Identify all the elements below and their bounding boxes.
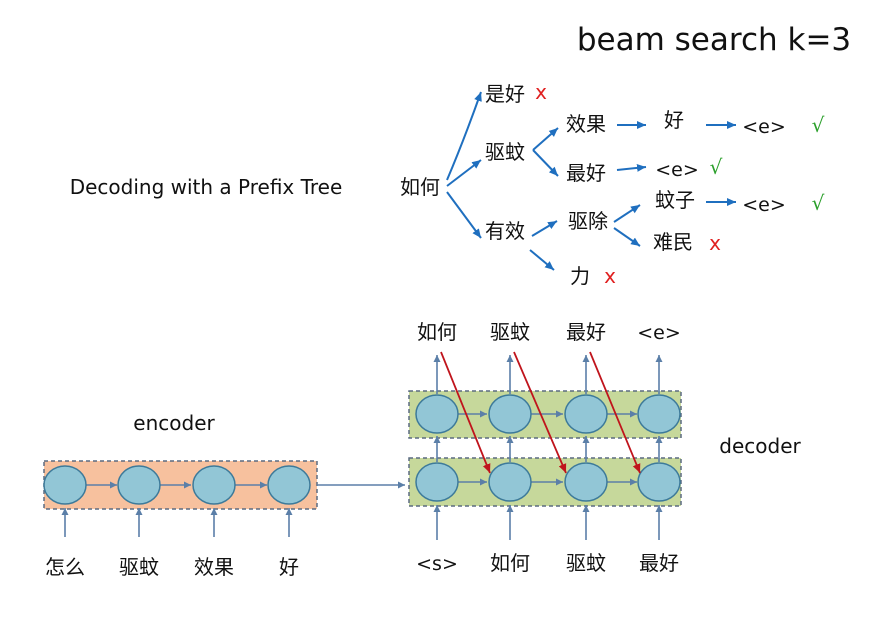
prefix-tree-caption: Decoding with a Prefix Tree bbox=[70, 175, 343, 199]
tree-edge bbox=[613, 227, 641, 247]
diagram-title: beam search k=3 bbox=[577, 22, 851, 58]
diagram-canvas: beam search k=3 Decoding with a Prefix T… bbox=[43, 22, 851, 579]
decoder-input-token: 如何 bbox=[490, 551, 530, 575]
tree-edge bbox=[532, 149, 559, 177]
wrong-mark: x bbox=[535, 80, 547, 104]
tree-edge bbox=[446, 91, 482, 181]
check-mark: √ bbox=[812, 191, 825, 215]
decoder-output-token: 最好 bbox=[566, 320, 606, 344]
decoder-input-token: <s> bbox=[416, 553, 458, 575]
tree-node: <e> bbox=[742, 194, 786, 216]
encoder-input-token: 效果 bbox=[194, 555, 234, 579]
tree-node: 蚊子 bbox=[655, 188, 695, 212]
decoder-bottom-node bbox=[564, 462, 608, 502]
tree-node-root: 如何 bbox=[400, 175, 440, 199]
tree-edge bbox=[529, 249, 555, 271]
diagram-stage: beam search k=3 Decoding with a Prefix T… bbox=[0, 0, 878, 624]
tree-node: 最好 bbox=[566, 161, 606, 185]
decoder-bottom-node bbox=[637, 462, 681, 502]
tree-node: 力 bbox=[570, 264, 590, 288]
wrong-mark: x bbox=[604, 264, 616, 288]
tree-node: <e> bbox=[742, 116, 786, 138]
decoder-bottom-node bbox=[488, 462, 532, 502]
encoder-node bbox=[43, 465, 87, 505]
encoder-node bbox=[117, 465, 161, 505]
tree-node: 难民 bbox=[653, 230, 693, 254]
encoder-input-token: 好 bbox=[279, 555, 299, 579]
encoder-node bbox=[192, 465, 236, 505]
decoder-top-node bbox=[488, 394, 532, 434]
tree-edge bbox=[532, 127, 559, 151]
decoder-bottom-node bbox=[415, 462, 459, 502]
encoder-label: encoder bbox=[133, 411, 215, 435]
decoder-input-token: 驱蚊 bbox=[566, 551, 606, 575]
tree-edge bbox=[446, 159, 482, 187]
decoder-output-token: 驱蚊 bbox=[490, 320, 530, 344]
decoder-top-node bbox=[564, 394, 608, 434]
decoder-top-node bbox=[415, 394, 459, 434]
decoder-output-token: 如何 bbox=[417, 320, 457, 344]
tree-edge bbox=[531, 220, 558, 237]
decoder-output-token: <e> bbox=[637, 322, 681, 344]
check-mark: √ bbox=[812, 113, 825, 137]
tree-node: 驱除 bbox=[568, 209, 608, 233]
decoder-label: decoder bbox=[719, 434, 801, 458]
encoder-input-token: 驱蚊 bbox=[119, 555, 159, 579]
tree-node: 驱蚊 bbox=[485, 140, 525, 164]
decoder-input-token: 最好 bbox=[639, 551, 679, 575]
tree-node: 有效 bbox=[485, 219, 525, 243]
tree-node: 效果 bbox=[566, 112, 606, 136]
tree-edge bbox=[446, 191, 482, 239]
encoder-input-token: 怎么 bbox=[45, 555, 85, 579]
tree-edge bbox=[613, 204, 641, 223]
encoder-node bbox=[267, 465, 311, 505]
tree-node: 是好 bbox=[485, 82, 525, 106]
decoder-arrows bbox=[433, 355, 663, 540]
check-mark: √ bbox=[710, 155, 723, 179]
tree-edge bbox=[616, 163, 647, 172]
wrong-mark: x bbox=[709, 231, 721, 255]
tree-node: <e> bbox=[655, 159, 699, 181]
decoder-top-node bbox=[637, 394, 681, 434]
tree-node: 好 bbox=[664, 108, 684, 132]
